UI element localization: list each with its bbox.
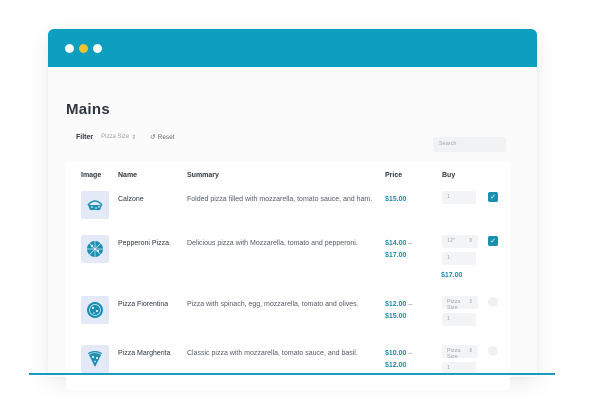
add-to-cart-checkbox[interactable]: ✓ — [488, 236, 498, 246]
price-low: $14.00 — [385, 240, 407, 247]
pizza-icon — [87, 302, 103, 318]
pizza-size-select[interactable]: Pizza Size ⇕ — [442, 345, 478, 360]
add-to-cart-checkbox[interactable] — [488, 346, 498, 356]
quantity-input[interactable]: 1 — [442, 252, 476, 265]
header-summary: Summary — [187, 172, 219, 179]
search-input[interactable]: Search — [433, 137, 506, 152]
product-summary: Delicious pizza with Mozzarella, tomato … — [187, 240, 358, 247]
pizza-slice-icon — [88, 351, 102, 367]
window-titlebar — [48, 29, 537, 67]
filter-label: Filter — [76, 133, 94, 141]
pizza-icon — [87, 241, 103, 257]
product-name[interactable]: Pepperoni Pizza — [118, 238, 178, 250]
table-row: Pepperoni Pizza Delicious pizza with Moz… — [66, 235, 510, 295]
header-image: Image — [81, 172, 102, 179]
reset-icon: ↺ — [150, 134, 156, 141]
product-price: $15.00 — [385, 194, 441, 206]
product-thumbnail[interactable] — [81, 296, 109, 324]
select-arrows-icon: ⇕ — [131, 134, 137, 141]
size-select-value: Pizza Size — [447, 299, 461, 311]
table-row: Pizza Margherita Classic pizza with mozz… — [66, 345, 510, 405]
price-range-dash: – — [408, 301, 413, 308]
quantity-input[interactable]: 1 — [442, 191, 476, 204]
product-summary: Folded pizza filled with mozzarella, tom… — [187, 196, 373, 203]
product-name[interactable]: Pizza Fiorentina — [118, 299, 178, 311]
product-summary: Pizza with spinach, egg, mozzarella, tom… — [187, 301, 359, 308]
pizza-size-select[interactable]: Pizza Size ⇕ — [442, 296, 478, 311]
header-name: Name — [118, 172, 138, 179]
header-price: Price — [385, 172, 403, 179]
product-table: Image Name Summary Price Buy Calzone Fol — [66, 162, 510, 390]
size-select-value: 12" — [447, 238, 456, 244]
price-value: $15.00 — [385, 196, 407, 203]
select-arrows-icon: ⇕ — [468, 348, 473, 354]
product-thumbnail[interactable] — [81, 235, 109, 263]
accent-divider — [29, 373, 555, 375]
pizza-size-filter-select[interactable]: Pizza Size ⇕ — [101, 134, 136, 141]
pizza-size-select[interactable]: 12" ⇕ — [442, 235, 478, 248]
product-price: $14.00 – $17.00 — [385, 238, 441, 262]
reset-label: Reset — [157, 133, 175, 141]
price-high: $17.00 — [385, 252, 407, 259]
product-price: $10.00 – $12.00 — [385, 348, 441, 372]
size-select-value: Pizza Size — [447, 348, 461, 360]
product-price: $12.00 – $15.00 — [385, 299, 441, 323]
price-high: $12.00 — [385, 362, 407, 369]
quantity-input[interactable]: 1 — [442, 313, 476, 326]
page-content: Mains Filter Pizza Size ⇕ ↺ Reset Search… — [48, 67, 537, 390]
select-arrows-icon: ⇕ — [468, 299, 473, 305]
calzone-icon — [87, 200, 103, 210]
page-title: Mains — [66, 101, 111, 118]
filter-select-value: Pizza Size — [101, 134, 130, 140]
price-low: $10.00 — [385, 350, 407, 357]
selected-total: $17.00 — [441, 272, 463, 279]
maximize-dot[interactable] — [93, 43, 102, 53]
select-arrows-icon: ⇕ — [468, 238, 473, 244]
app-window: Mains Filter Pizza Size ⇕ ↺ Reset Search… — [48, 29, 537, 390]
filter-bar: Filter Pizza Size ⇕ ↺ Reset — [76, 133, 175, 142]
header-buy: Buy — [442, 172, 456, 179]
close-dot[interactable] — [65, 43, 74, 53]
add-to-cart-checkbox[interactable] — [488, 297, 498, 307]
add-to-cart-checkbox[interactable]: ✓ — [488, 192, 498, 202]
product-name[interactable]: Pizza Margherita — [118, 348, 178, 360]
price-range-dash: – — [408, 240, 413, 247]
price-high: $15.00 — [385, 313, 407, 320]
price-range-dash: – — [408, 350, 413, 357]
product-name[interactable]: Calzone — [118, 194, 178, 206]
product-thumbnail[interactable] — [81, 345, 109, 373]
product-thumbnail[interactable] — [81, 191, 109, 219]
reset-button[interactable]: ↺ Reset — [150, 133, 175, 142]
minimize-dot[interactable] — [79, 43, 88, 53]
price-low: $12.00 — [385, 301, 407, 308]
product-summary: Classic pizza with mozzarella, tomato sa… — [187, 350, 358, 357]
